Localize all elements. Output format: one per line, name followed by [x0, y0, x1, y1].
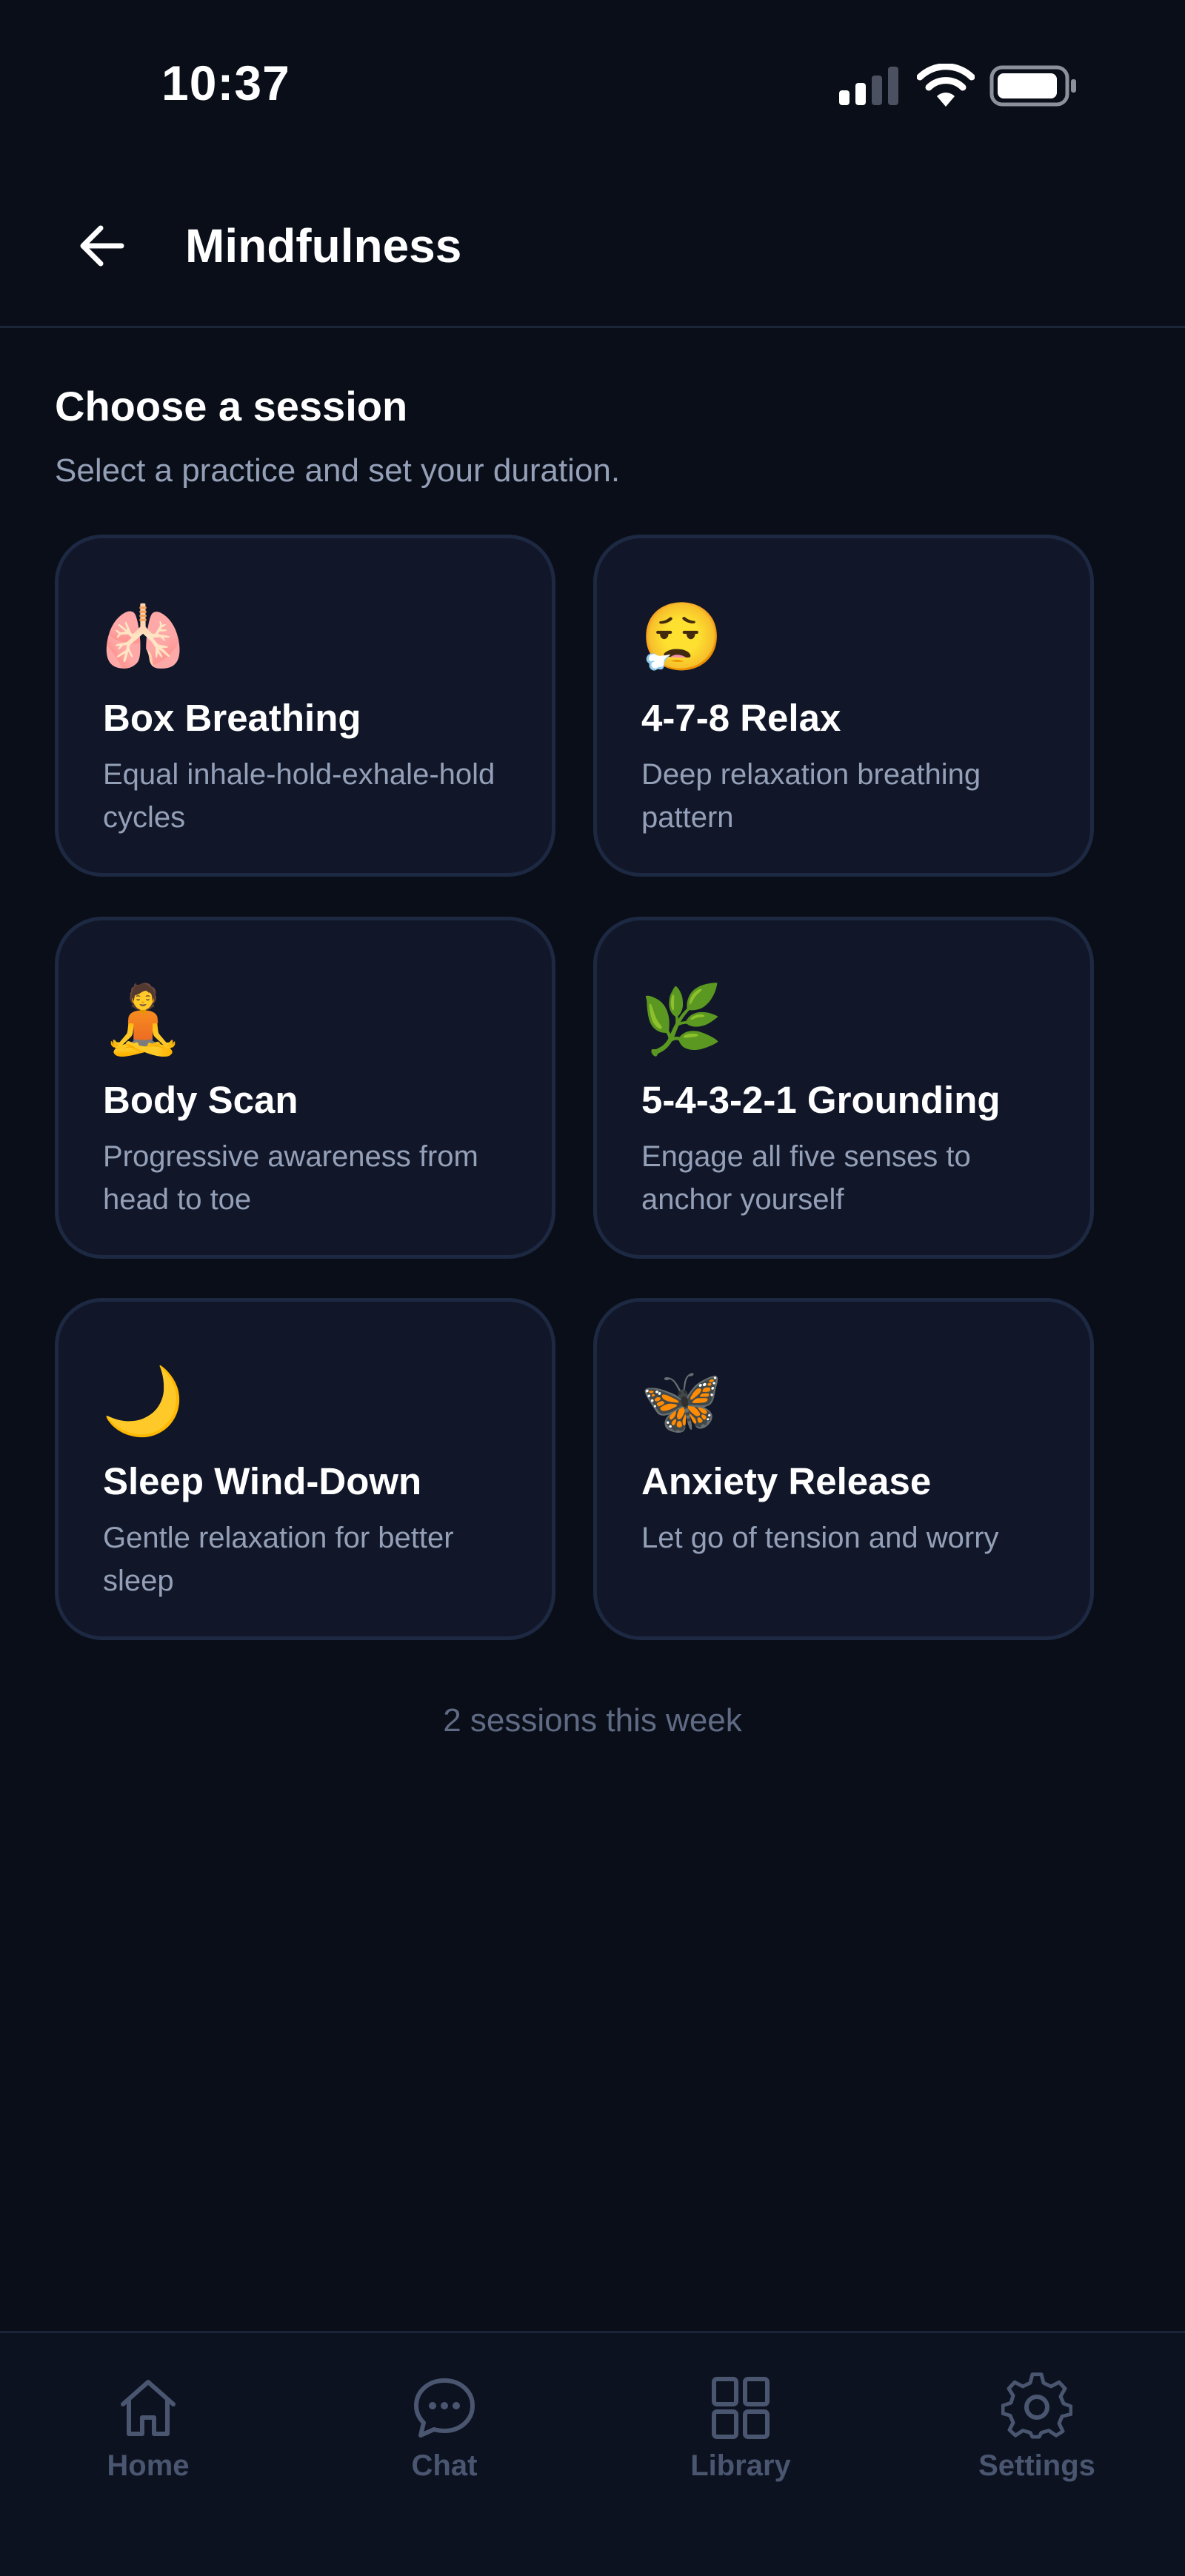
meditation-icon: 🧘	[101, 983, 185, 1057]
nav-item-chat[interactable]: Chat	[333, 2372, 555, 2520]
sessions-count: 2 sessions this week	[443, 1702, 742, 1739]
session-description: Progressive awareness from head to toe	[103, 1140, 478, 1216]
lungs-icon: 🫁	[101, 601, 185, 675]
session-title: Box Breathing	[103, 697, 361, 739]
home-icon	[121, 2380, 176, 2436]
session-title: Sleep Wind-Down	[103, 1460, 422, 1502]
session-title: 4-7-8 Relax	[641, 697, 841, 739]
battery-icon	[989, 65, 1076, 107]
gear-icon	[1001, 2372, 1072, 2439]
session-title: Body Scan	[103, 1079, 298, 1121]
wifi-icon	[917, 64, 975, 107]
page-title: Mindfulness	[185, 219, 462, 272]
cellular-signal-icon	[839, 67, 898, 105]
back-button[interactable]	[67, 210, 138, 281]
nav-label: Library	[690, 2449, 791, 2482]
session-description: Gentle relaxation for better sleep	[103, 1522, 454, 1597]
session-title: Anxiety Release	[641, 1460, 932, 1502]
nav-label: Home	[107, 2449, 190, 2482]
grid-icon	[712, 2377, 770, 2439]
app-header: Mindfulness	[0, 170, 1185, 328]
crescent-moon-icon: 🌙	[101, 1365, 185, 1439]
chat-bubble-icon	[414, 2378, 475, 2438]
herb-icon: 🌿	[640, 983, 724, 1057]
session-description: Engage all five senses to anchor yoursel…	[641, 1140, 971, 1216]
session-card-grounding[interactable]: 🌿 5-4-3-2-1 Grounding Engage all five se…	[593, 917, 1094, 1259]
session-card-body-scan[interactable]: 🧘 Body Scan Progressive awareness from h…	[55, 917, 555, 1259]
session-card-sleep-wind-down[interactable]: 🌙 Sleep Wind-Down Gentle relaxation for …	[55, 1298, 555, 1640]
session-card-anxiety-release[interactable]: 🦋 Anxiety Release Let go of tension and …	[593, 1298, 1094, 1640]
session-description: Equal inhale-hold-exhale-hold cycles	[103, 758, 495, 834]
status-bar: 10:37	[0, 0, 1185, 170]
nav-item-home[interactable]: Home	[37, 2372, 259, 2520]
exhale-face-icon: 😮‍💨	[640, 601, 724, 675]
section-heading: Choose a session	[55, 383, 408, 429]
nav-item-library[interactable]: Library	[630, 2372, 852, 2520]
butterfly-icon: 🦋	[640, 1365, 724, 1439]
nav-item-settings[interactable]: Settings	[926, 2372, 1148, 2520]
arrow-left-icon	[80, 225, 124, 267]
section-subtitle: Select a practice and set your duration.	[55, 452, 621, 489]
session-description: Deep relaxation breathing pattern	[641, 758, 981, 834]
session-card-4-7-8-relax[interactable]: 😮‍💨 4-7-8 Relax Deep relaxation breathin…	[593, 535, 1094, 877]
bottom-nav: Home Chat Library Settings	[0, 2331, 1185, 2576]
status-time: 10:37	[161, 56, 290, 110]
session-title: 5-4-3-2-1 Grounding	[641, 1079, 1001, 1121]
nav-label: Chat	[411, 2449, 478, 2482]
session-card-box-breathing[interactable]: 🫁 Box Breathing Equal inhale-hold-exhale…	[55, 535, 555, 877]
nav-label: Settings	[978, 2449, 1095, 2482]
session-description: Let go of tension and worry	[641, 1522, 999, 1554]
